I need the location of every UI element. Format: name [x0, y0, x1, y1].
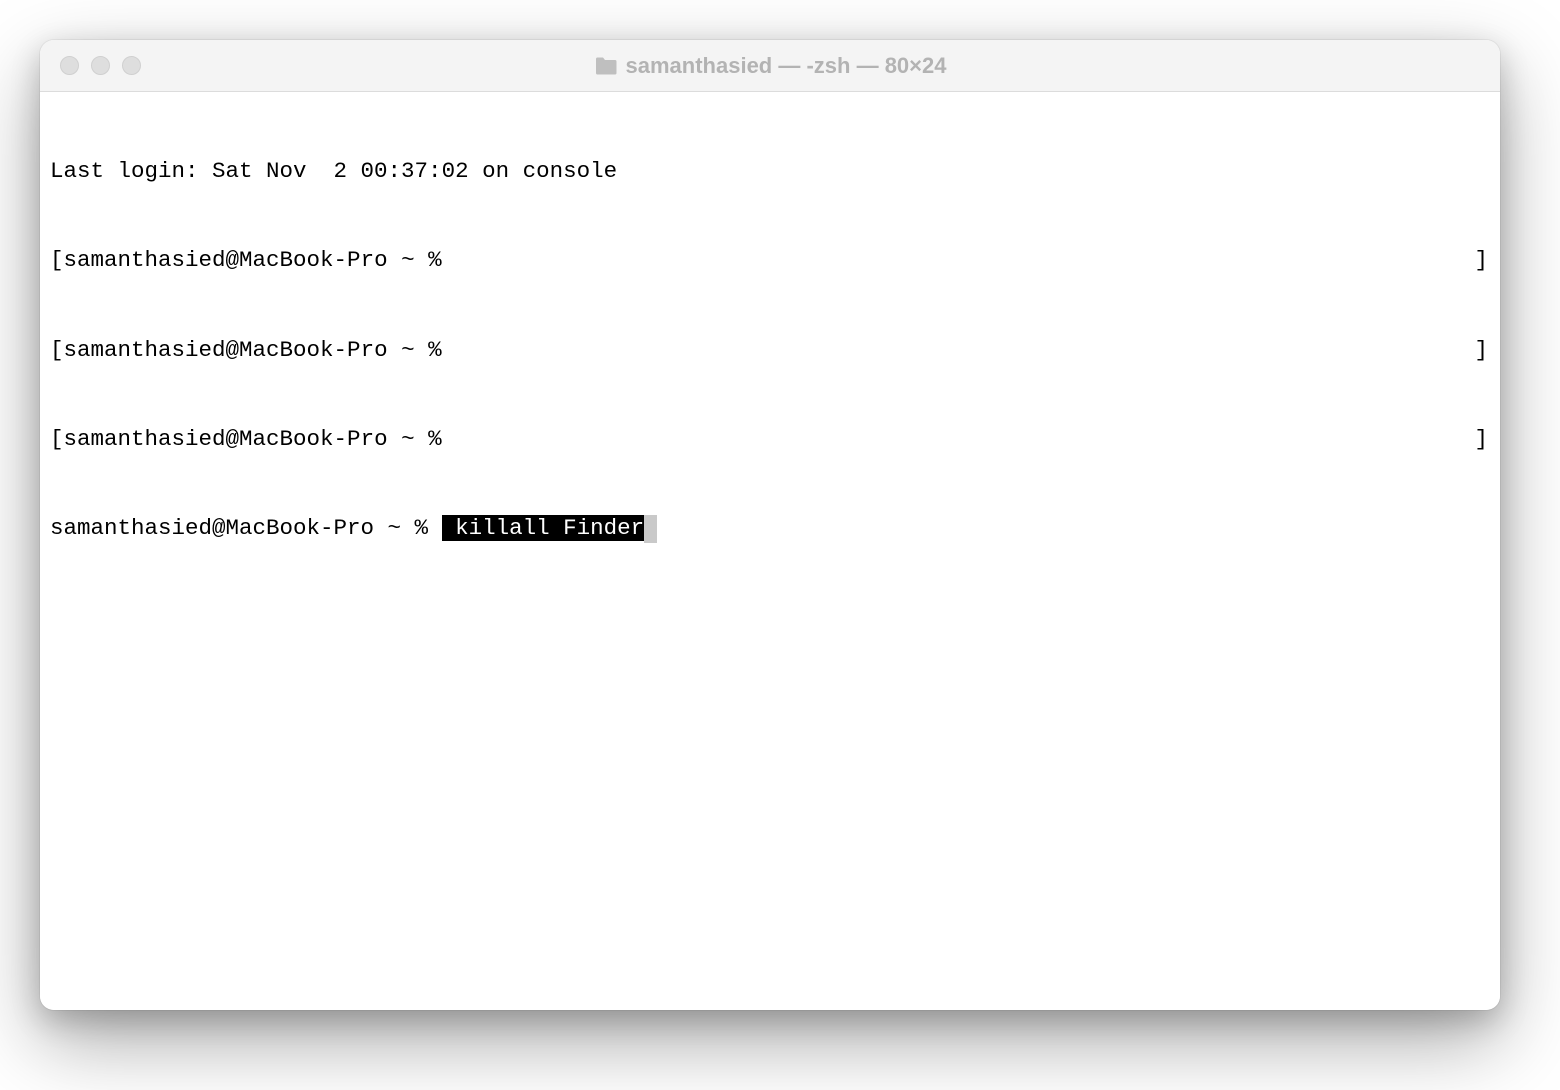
cursor	[644, 515, 657, 543]
terminal-prompt-line: samanthasied@MacBook-Pro ~ % ]	[50, 425, 1490, 455]
terminal-prompt-line: samanthasied@MacBook-Pro ~ % ]	[50, 246, 1490, 276]
terminal-prompt: samanthasied@MacBook-Pro ~ %	[50, 515, 442, 541]
terminal-command-highlighted: killall Finder	[442, 515, 645, 541]
close-button[interactable]	[60, 56, 79, 75]
terminal-prompt-line: samanthasied@MacBook-Pro ~ % ]	[50, 336, 1490, 366]
minimize-button[interactable]	[91, 56, 110, 75]
terminal-last-login: Last login: Sat Nov 2 00:37:02 on consol…	[50, 157, 1490, 187]
terminal-window: samanthasied — -zsh — 80×24 Last login: …	[40, 40, 1500, 1010]
maximize-button[interactable]	[122, 56, 141, 75]
titlebar[interactable]: samanthasied — -zsh — 80×24	[40, 40, 1500, 92]
window-title-text: samanthasied — -zsh — 80×24	[626, 53, 947, 79]
traffic-lights	[40, 56, 141, 75]
window-title: samanthasied — -zsh — 80×24	[40, 53, 1500, 79]
folder-icon	[594, 56, 618, 76]
terminal-content[interactable]: Last login: Sat Nov 2 00:37:02 on consol…	[40, 92, 1500, 1010]
terminal-current-line: samanthasied@MacBook-Pro ~ % killall Fin…	[50, 514, 1490, 544]
